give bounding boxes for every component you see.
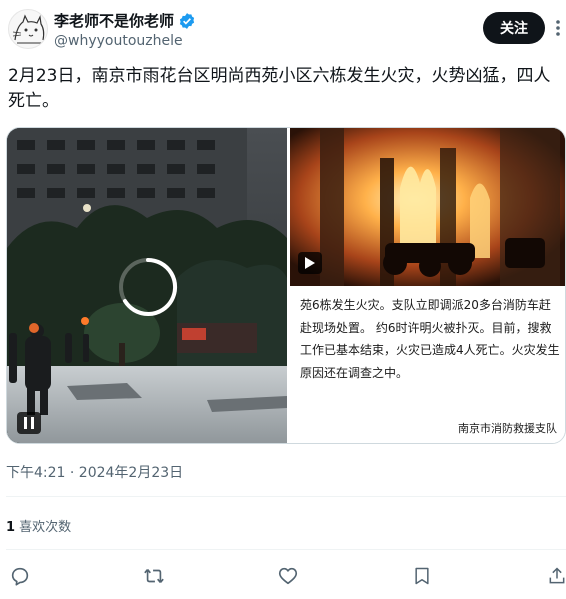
divider — [6, 549, 566, 550]
tweet-text: 2月23日，南京市雨花台区明尚西苑小区六栋发生火灾，火势凶猛，四人死亡。 — [8, 66, 551, 111]
name-row: 李老师不是你老师 — [54, 10, 196, 31]
play-icon[interactable] — [298, 252, 322, 274]
news-source: 南京市消防救援支队 — [458, 422, 557, 435]
news-text: 苑6栋发生火灾。支队立即调派20多台消防车赶赴现场处置。 约6时许明火被扑灭。目… — [300, 298, 560, 380]
news-image[interactable]: 苑6栋发生火灾。支队立即调派20多台消防车赶赴现场处置。 约6时许明火被扑灭。目… — [290, 128, 565, 443]
handle[interactable]: @whyyoutouzhele — [54, 33, 183, 49]
retweet-icon[interactable] — [142, 564, 166, 588]
loading-spinner-icon — [119, 257, 178, 316]
cat-sketch-avatar-icon — [12, 14, 45, 44]
likes-row[interactable]: 1 喜欢次数 — [6, 516, 71, 535]
divider — [6, 496, 566, 497]
video-player[interactable] — [7, 128, 287, 443]
action-bar — [0, 562, 566, 592]
fire-photo[interactable] — [290, 128, 565, 286]
avatar[interactable] — [8, 9, 48, 49]
verified-badge-icon — [179, 12, 195, 29]
pause-icon[interactable] — [17, 412, 41, 434]
share-icon[interactable] — [545, 564, 566, 588]
bookmark-icon[interactable] — [410, 564, 434, 588]
more-dots-icon[interactable] — [551, 16, 565, 40]
follow-button[interactable]: 关注 — [483, 12, 545, 44]
timestamp[interactable]: 下午4:21 · 2024年2月23日 — [6, 462, 183, 482]
fire-scene — [290, 128, 565, 286]
reply-icon[interactable] — [8, 564, 32, 588]
likes-count: 1 — [6, 520, 16, 535]
likes-label: 喜欢次数 — [15, 520, 72, 535]
heart-icon[interactable] — [276, 564, 300, 588]
tweet-header: 李老师不是你老师 @whyyoutouzhele 关注 — [0, 0, 566, 60]
display-name[interactable]: 李老师不是你老师 — [54, 10, 174, 31]
media-card: 苑6栋发生火灾。支队立即调派20多台消防车赶赴现场处置。 约6时许明火被扑灭。目… — [6, 127, 566, 444]
